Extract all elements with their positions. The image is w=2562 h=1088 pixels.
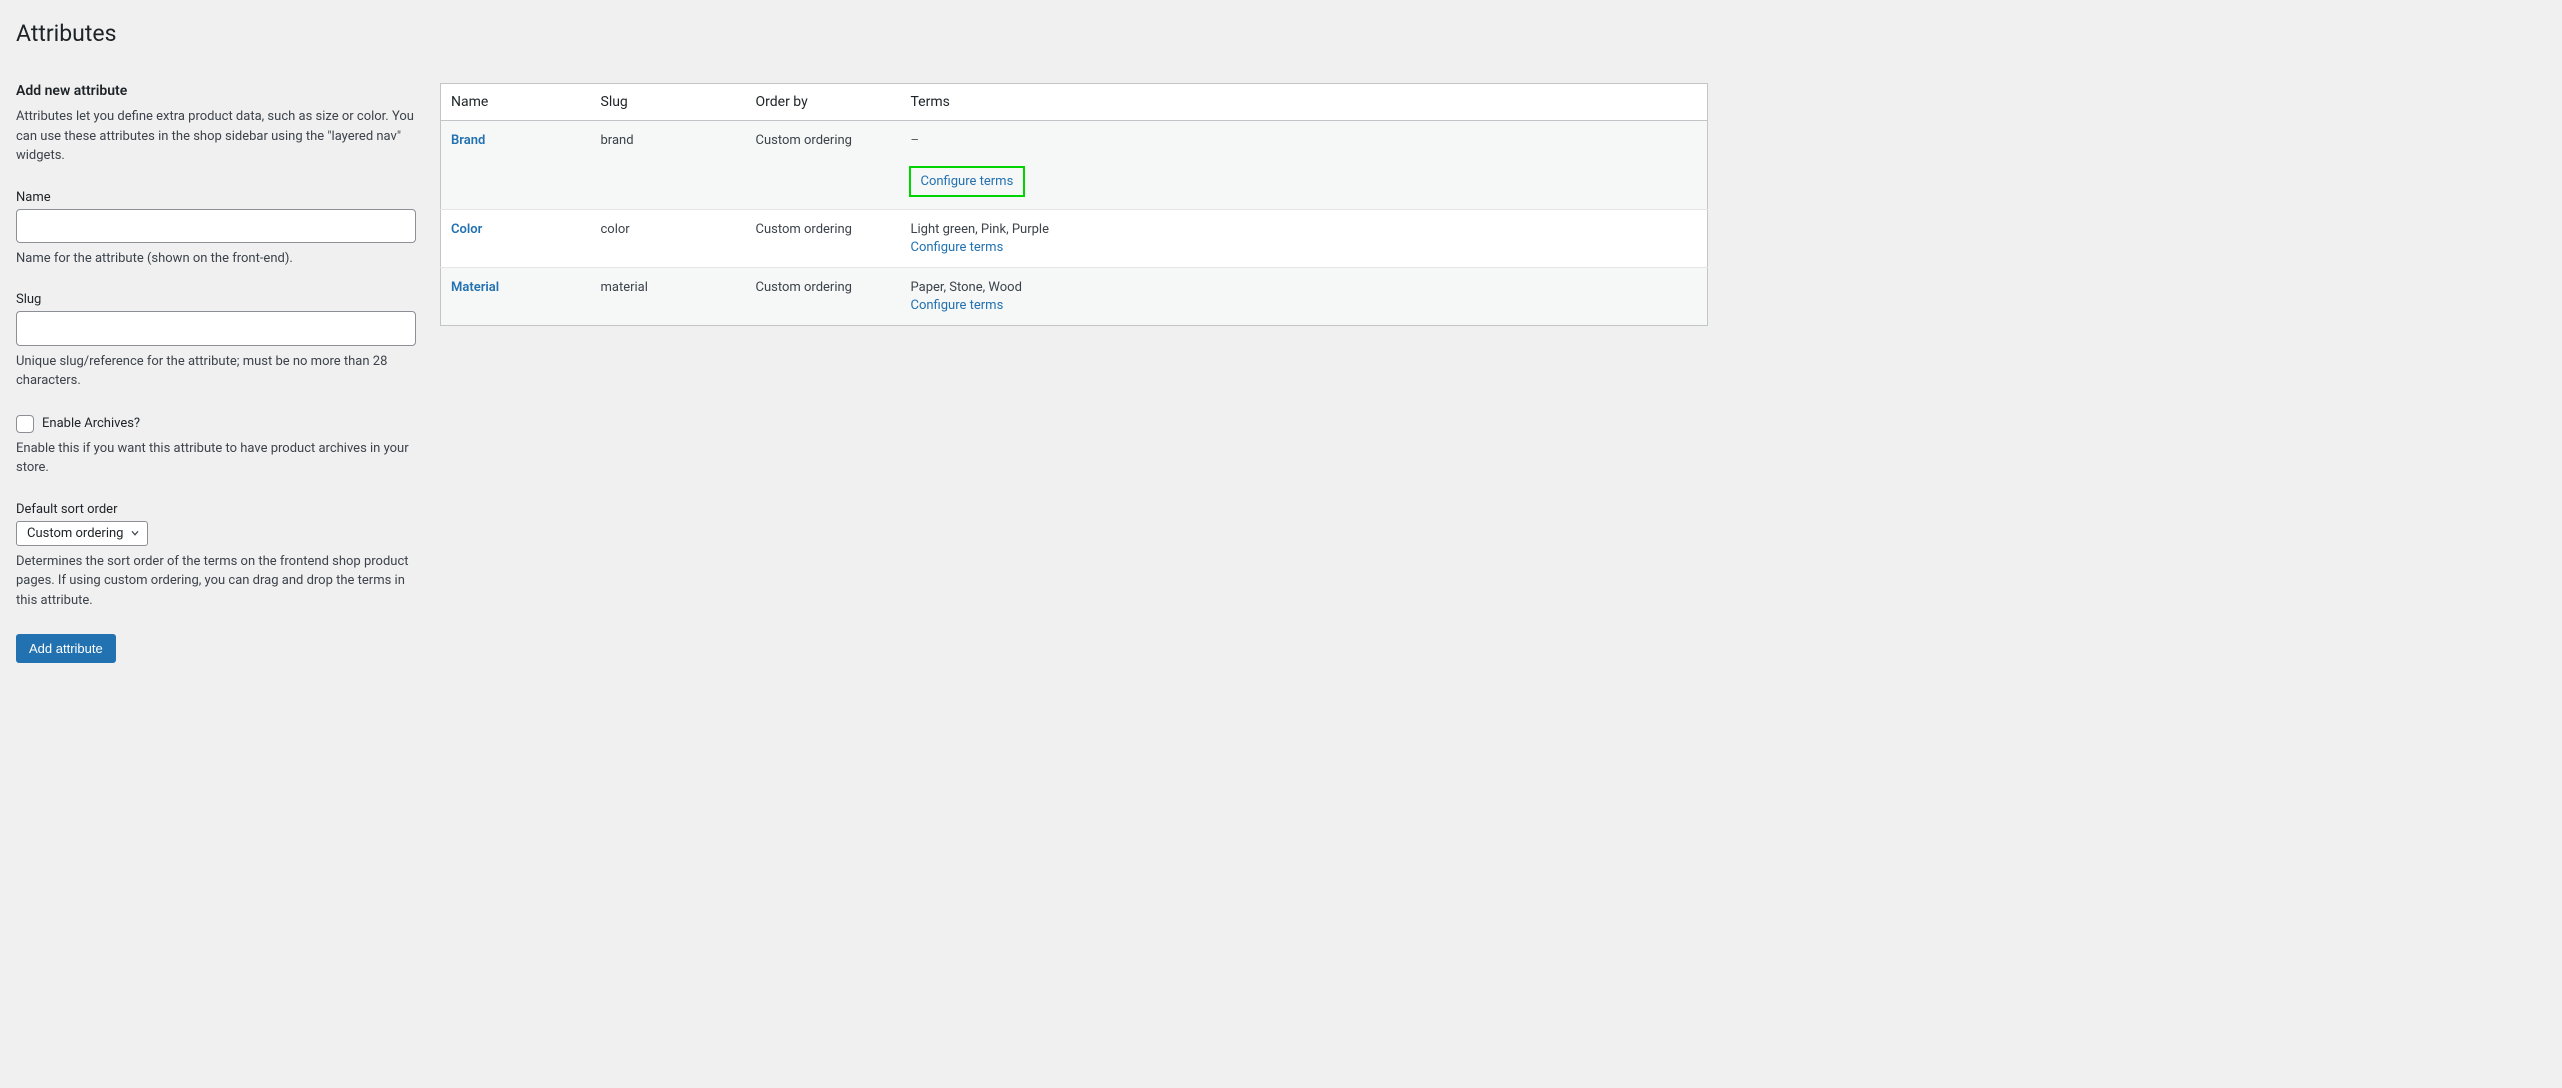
col-name: Name xyxy=(441,84,591,121)
col-slug: Slug xyxy=(591,84,746,121)
configure-terms-link-material[interactable]: Configure terms xyxy=(911,298,1004,313)
attributes-table: Name Slug Order by Terms Brand brand Cus… xyxy=(440,83,1708,326)
attr-slug: brand xyxy=(591,121,746,210)
add-attribute-form: Add new attribute Attributes let you def… xyxy=(16,83,416,663)
table-row: Material material Custom ordering Paper,… xyxy=(441,268,1708,326)
name-input[interactable] xyxy=(16,209,416,243)
sort-order-value: Custom ordering xyxy=(27,526,123,541)
attr-terms: Paper, Stone, Wood xyxy=(911,280,1698,295)
slug-label: Slug xyxy=(16,292,416,307)
col-order: Order by xyxy=(746,84,901,121)
page-title: Attributes xyxy=(16,20,1708,47)
attr-name-link-material[interactable]: Material xyxy=(451,280,499,295)
attr-order: Custom ordering xyxy=(746,268,901,326)
attr-name-link-color[interactable]: Color xyxy=(451,222,482,237)
configure-terms-link-color[interactable]: Configure terms xyxy=(911,240,1004,255)
slug-input[interactable] xyxy=(16,311,416,345)
add-attribute-button[interactable]: Add attribute xyxy=(16,634,116,663)
slug-desc: Unique slug/reference for the attribute;… xyxy=(16,352,416,391)
enable-archives-desc: Enable this if you want this attribute t… xyxy=(16,439,416,478)
configure-terms-highlight: Configure terms xyxy=(909,166,1026,197)
sort-order-label: Default sort order xyxy=(16,502,416,517)
table-row: Color color Custom ordering Light green,… xyxy=(441,210,1708,268)
name-desc: Name for the attribute (shown on the fro… xyxy=(16,249,416,269)
enable-archives-checkbox[interactable] xyxy=(16,415,34,433)
attr-order: Custom ordering xyxy=(746,121,901,210)
attr-name-link-brand[interactable]: Brand xyxy=(451,133,485,148)
table-row: Brand brand Custom ordering – Configure … xyxy=(441,121,1708,210)
configure-terms-link-brand[interactable]: Configure terms xyxy=(921,174,1014,189)
attr-terms: Light green, Pink, Purple xyxy=(911,222,1698,237)
attr-slug: material xyxy=(591,268,746,326)
enable-archives-label: Enable Archives? xyxy=(42,416,140,431)
attr-order: Custom ordering xyxy=(746,210,901,268)
attr-terms: – xyxy=(911,133,1698,148)
form-heading: Add new attribute xyxy=(16,83,416,99)
form-intro: Attributes let you define extra product … xyxy=(16,107,416,166)
name-label: Name xyxy=(16,190,416,205)
col-terms: Terms xyxy=(901,84,1708,121)
chevron-down-icon xyxy=(129,527,141,539)
attr-slug: color xyxy=(591,210,746,268)
sort-order-desc: Determines the sort order of the terms o… xyxy=(16,552,416,611)
sort-order-select[interactable]: Custom ordering xyxy=(16,521,148,546)
